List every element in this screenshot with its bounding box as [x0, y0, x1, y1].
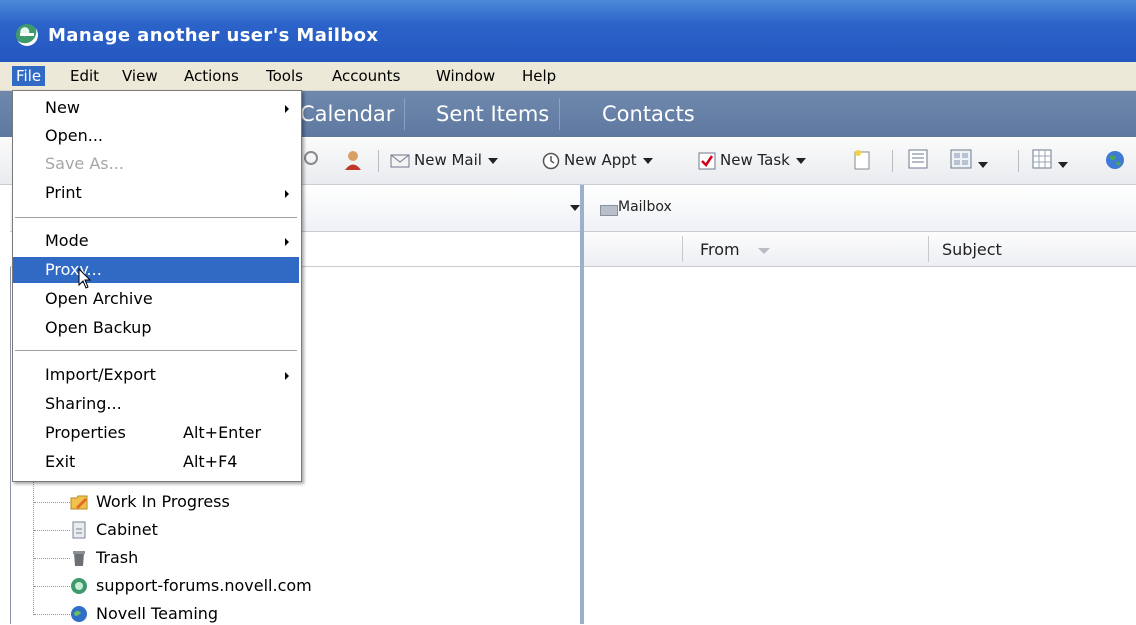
menu-item-open-archive[interactable]: Open Archive [13, 286, 299, 312]
menu-separator [15, 217, 297, 219]
menu-item-import-export[interactable]: Import/Export [13, 362, 299, 388]
layout-view-icon[interactable] [950, 149, 988, 175]
menu-item-save-as: Save As... [45, 154, 124, 173]
menu-edit[interactable]: Edit [66, 66, 103, 86]
menu-item-new[interactable]: New [13, 95, 299, 121]
menu-item-sharing[interactable]: Sharing... [13, 391, 299, 417]
table-view-icon[interactable] [1032, 149, 1068, 175]
teaming-icon [71, 606, 87, 622]
layout-dropdown-icon[interactable] [978, 161, 988, 168]
message-list[interactable] [584, 267, 1136, 624]
menu-window[interactable]: Window [432, 66, 499, 86]
new-appt-button[interactable]: New Appt [542, 149, 653, 171]
new-appt-label: New Appt [564, 151, 637, 169]
submenu-arrow-icon [285, 190, 289, 198]
menu-file[interactable]: File [12, 66, 46, 86]
menu-view[interactable]: View [118, 66, 162, 86]
mailbox-header: Mailbox [584, 185, 1136, 232]
menu-item-print[interactable]: Print [13, 180, 299, 206]
column-subject[interactable]: Subject [942, 240, 1002, 259]
newsgroup-icon [71, 578, 87, 594]
envelope-icon [390, 154, 410, 167]
find-icon[interactable] [302, 149, 320, 175]
globe-icon[interactable] [1104, 149, 1126, 177]
tree-item-trash[interactable]: Trash [96, 547, 138, 569]
menu-item-mode[interactable]: Mode [13, 228, 299, 254]
new-mail-button[interactable]: New Mail [390, 149, 498, 171]
trash-icon [73, 551, 85, 566]
title-bar: Manage another user's Mailbox [0, 0, 1136, 62]
new-task-dropdown-icon[interactable] [795, 157, 806, 164]
menu-item-exit[interactable]: Exit Alt+F4 [13, 449, 299, 475]
submenu-arrow-icon [285, 238, 289, 246]
folder-edit-icon [70, 495, 88, 510]
preview-pane-icon[interactable] [908, 149, 928, 175]
new-mail-dropdown-icon[interactable] [487, 157, 498, 164]
menu-bar: File Edit View Actions Tools Accounts Wi… [0, 62, 1136, 91]
menu-item-open-backup[interactable]: Open Backup [13, 315, 299, 341]
message-list-header: From Subject [584, 232, 1136, 267]
address-book-icon[interactable] [342, 149, 364, 177]
new-note-icon[interactable] [852, 149, 872, 177]
window-title: Manage another user's Mailbox [48, 25, 379, 46]
tree-item-work-in-progress[interactable]: Work In Progress [96, 491, 230, 513]
nav-tab-contacts[interactable]: Contacts [592, 98, 705, 130]
mailbox-label: Mailbox [618, 199, 672, 215]
menu-actions[interactable]: Actions [180, 66, 243, 86]
nav-tab-calendar[interactable]: Calendar [290, 98, 406, 130]
clock-icon [542, 152, 560, 169]
sort-arrow-icon [758, 248, 770, 254]
menu-item-properties[interactable]: Properties Alt+Enter [13, 420, 299, 446]
submenu-arrow-icon [285, 105, 289, 113]
tree-item-novell-teaming[interactable]: Novell Teaming [96, 603, 218, 625]
menu-separator [15, 350, 297, 352]
tree-item-cabinet[interactable]: Cabinet [96, 519, 158, 541]
new-appt-dropdown-icon[interactable] [642, 157, 653, 164]
new-task-label: New Task [720, 151, 790, 169]
tree-item-support-forums[interactable]: support-forums.novell.com [96, 575, 312, 597]
mailbox-icon [600, 205, 618, 216]
menu-item-proxy[interactable]: Proxy... [13, 257, 299, 283]
menu-help[interactable]: Help [518, 66, 560, 86]
folder-list-dropdown-icon[interactable] [570, 205, 580, 211]
checkbox-task-icon [698, 152, 716, 169]
cabinet-icon [72, 521, 86, 539]
groupwise-app-icon[interactable] [16, 24, 38, 46]
submenu-arrow-icon [285, 372, 289, 380]
menu-tools[interactable]: Tools [262, 66, 307, 86]
mouse-cursor-icon [78, 268, 92, 289]
tree-connector [33, 480, 34, 615]
table-view-dropdown-icon[interactable] [1058, 161, 1068, 168]
column-from[interactable]: From [700, 240, 740, 259]
new-task-button[interactable]: New Task [698, 149, 806, 171]
nav-tab-sent-items[interactable]: Sent Items [426, 98, 561, 130]
new-mail-label: New Mail [414, 151, 482, 169]
menu-item-open[interactable]: Open... [13, 123, 299, 149]
menu-accounts[interactable]: Accounts [328, 66, 404, 86]
file-menu: New Open... Save As... Print Mode Proxy.… [12, 90, 302, 482]
